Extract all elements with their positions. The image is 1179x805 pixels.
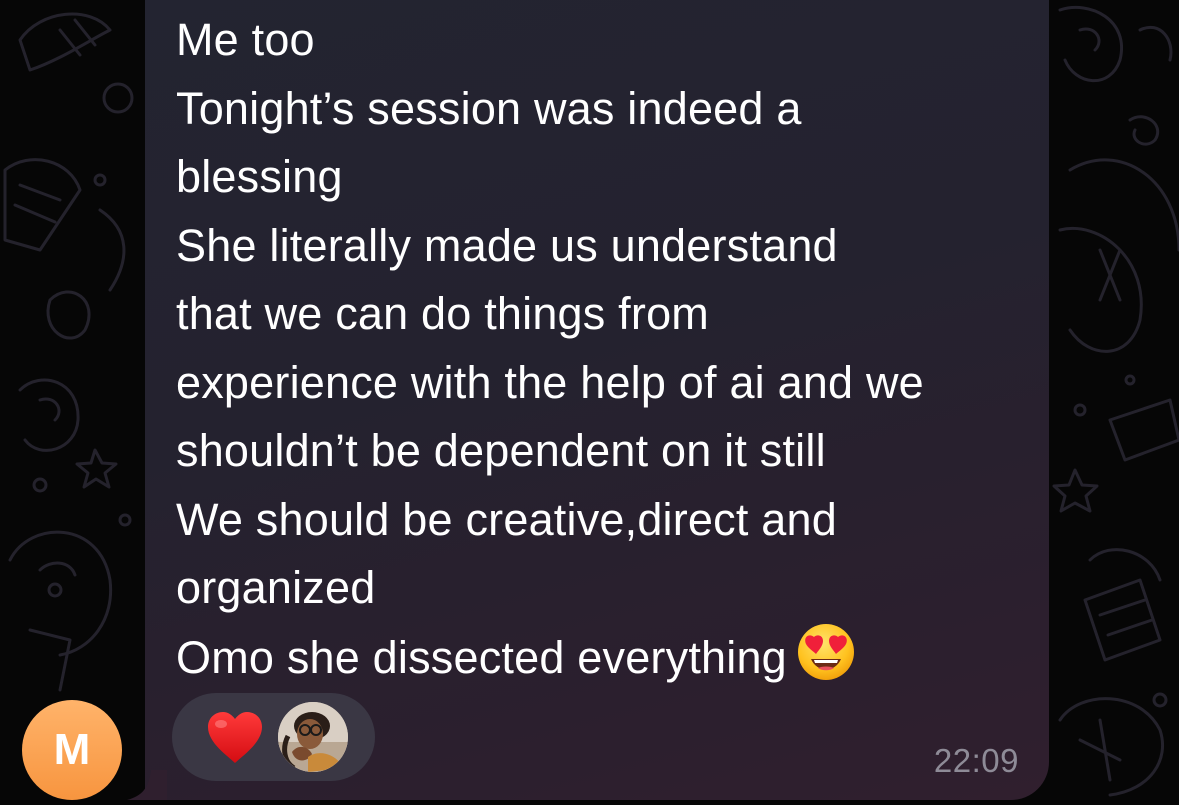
red-heart-reaction-icon[interactable] [206,711,264,765]
message-line: shouldn’t be dependent on it still [176,425,826,476]
heart-eyes-emoji [797,623,854,680]
message-line: We should be creative,direct and [176,493,837,545]
message-text: Me too Tonight’s session was indeed a bl… [176,6,1036,692]
message-line-text: Omo she dissected everything [176,631,787,683]
reactor-avatar[interactable] [278,702,348,772]
reactor-photo-icon [278,702,348,772]
message-line: organized [176,562,376,613]
message-line: experience with the help of ai and we [176,356,924,408]
message-line-last: Omo she dissected everything [176,623,1036,693]
message-line: Tonight’s session was indeed a [176,82,802,134]
reactions-pill[interactable] [172,693,375,781]
message-line: blessing [176,151,343,202]
message-timestamp: 22:09 [933,742,1019,779]
message-line: that we can do things from [176,288,709,339]
sender-avatar[interactable]: M [22,700,122,800]
message-bubble-tail [127,770,167,800]
message-line: She literally made us understand [176,219,838,271]
message-line: Me too [176,14,315,65]
